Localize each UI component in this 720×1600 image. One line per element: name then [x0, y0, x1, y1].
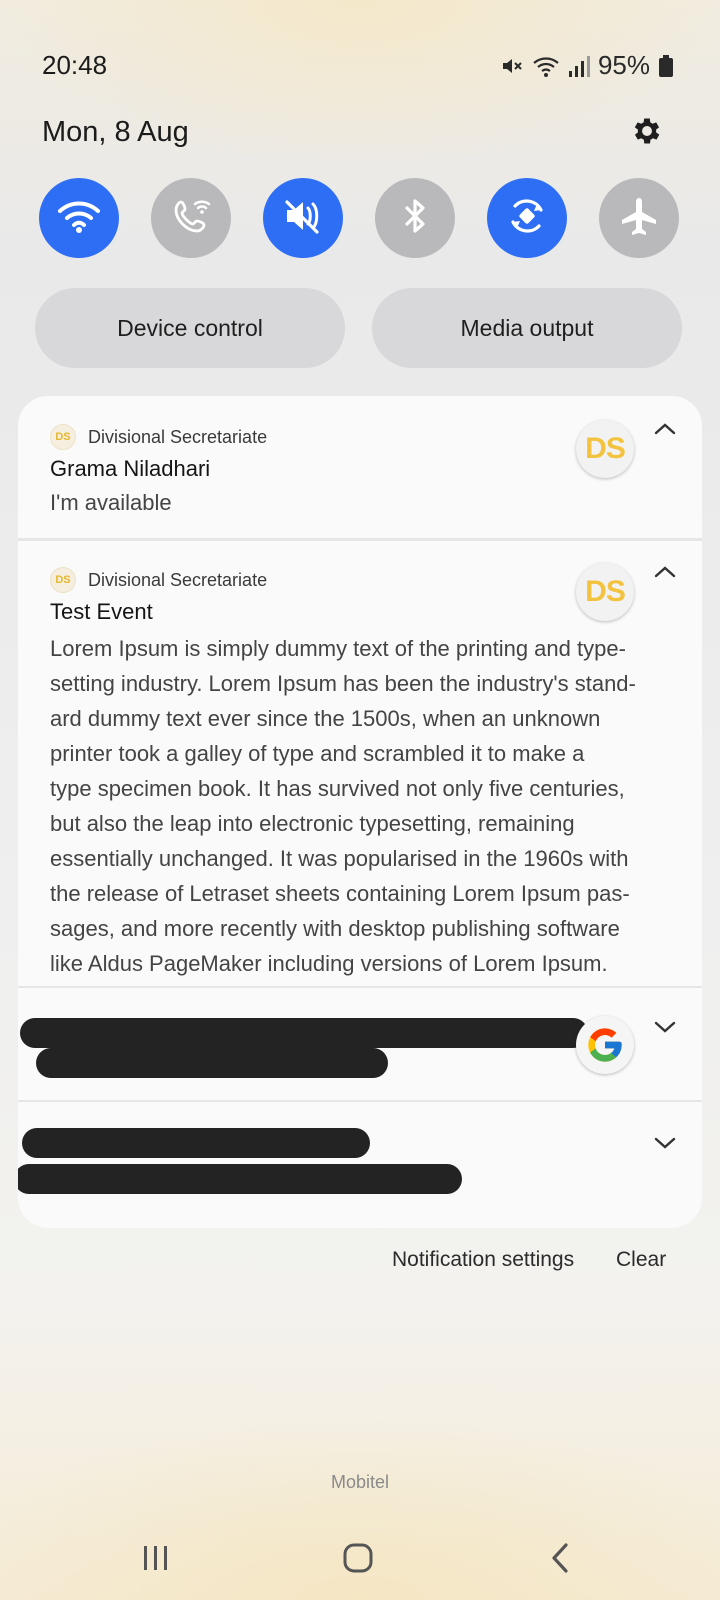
wifi-calling-icon — [169, 194, 213, 243]
body-line: but also the leap into electronic typese… — [50, 811, 575, 836]
notification-text: I'm available — [50, 490, 172, 515]
notification-item[interactable]: DS Divisional Secretariate Grama Niladha… — [18, 396, 702, 538]
media-output-button[interactable]: Media output — [372, 288, 682, 368]
recents-icon — [141, 1544, 171, 1577]
google-icon — [576, 1016, 634, 1074]
redaction-bar — [22, 1128, 370, 1158]
auto-rotate-toggle[interactable] — [487, 178, 567, 258]
carrier-label: Mobitel — [330, 1472, 390, 1492]
body-line: type specimen book. It has survived not … — [50, 776, 625, 801]
chevron-up-icon[interactable] — [652, 420, 678, 438]
battery-icon — [658, 54, 674, 78]
body-line: ard dummy text ever since the 1500s, whe… — [50, 706, 601, 731]
body-line: the release of Letraset sheets containin… — [50, 881, 630, 906]
chevron-up-icon[interactable] — [652, 563, 678, 581]
wifi-toggle[interactable] — [39, 178, 119, 258]
notification-panel: DS Divisional Secretariate Grama Niladha… — [18, 396, 702, 1228]
battery-percent: 95% — [597, 50, 650, 80]
redaction-bar — [36, 1048, 388, 1078]
clear-button[interactable]: Clear — [616, 1248, 666, 1272]
app-logo-icon: DS — [576, 563, 634, 621]
wifi-icon — [57, 198, 101, 239]
notification-app-name: Divisional Secretariate — [88, 569, 268, 590]
notification-item-redacted[interactable] — [18, 1102, 702, 1228]
notification-app-name: Divisional Secretariate — [88, 426, 268, 447]
app-badge-icon: DS — [50, 567, 76, 593]
wifi-status-icon — [532, 54, 560, 78]
rotate-icon — [503, 192, 551, 245]
mute-status-icon — [500, 54, 524, 78]
body-line: printer took a galley of type and scramb… — [50, 741, 585, 766]
airplane-icon — [617, 194, 661, 243]
bluetooth-icon — [395, 194, 435, 243]
home-icon — [342, 1542, 374, 1579]
body-line: sages, and more recently with desktop pu… — [50, 916, 620, 941]
notification-item-redacted[interactable] — [18, 988, 702, 1100]
sound-mute-toggle[interactable] — [263, 178, 343, 258]
notification-title: Test Event — [50, 599, 153, 624]
back-button[interactable] — [530, 1538, 590, 1582]
notification-settings-button[interactable]: Notification settings — [392, 1248, 574, 1272]
notification-item[interactable]: DS Divisional Secretariate Test Event Lo… — [18, 541, 702, 986]
body-line: Lorem Ipsum is simply dummy text of the … — [50, 636, 626, 661]
body-line: setting industry. Lorem Ipsum has been t… — [50, 671, 636, 696]
back-icon — [548, 1542, 572, 1579]
status-time: 20:48 — [42, 50, 108, 80]
airplane-mode-toggle[interactable] — [599, 178, 679, 258]
body-line: essentially unchanged. It was popularise… — [50, 846, 629, 871]
body-line: like Aldus PageMaker including versions … — [50, 951, 608, 976]
redaction-bar — [18, 1164, 462, 1194]
bluetooth-toggle[interactable] — [375, 178, 455, 258]
home-button[interactable] — [328, 1538, 388, 1582]
notification-body: Lorem Ipsum is simply dummy text of the … — [50, 631, 678, 981]
app-logo-icon: DS — [576, 420, 634, 478]
settings-gear-icon[interactable] — [630, 114, 664, 148]
status-icons: 95% — [500, 50, 674, 81]
signal-status-icon — [568, 54, 590, 78]
notification-title: Grama Niladhari — [50, 456, 211, 481]
notification-app-row: DS Divisional Secretariate — [50, 567, 267, 593]
notification-app-row: DS Divisional Secretariate — [50, 424, 267, 450]
chevron-down-icon[interactable] — [652, 1134, 678, 1152]
date-label: Mon, 8 Aug — [42, 116, 189, 148]
chevron-down-icon[interactable] — [652, 1018, 678, 1036]
app-badge-icon: DS — [50, 424, 76, 450]
recent-apps-button[interactable] — [126, 1538, 186, 1582]
device-control-button[interactable]: Device control — [35, 288, 345, 368]
redaction-bar — [20, 1018, 588, 1048]
mute-icon — [281, 194, 325, 243]
wifi-calling-toggle[interactable] — [151, 178, 231, 258]
